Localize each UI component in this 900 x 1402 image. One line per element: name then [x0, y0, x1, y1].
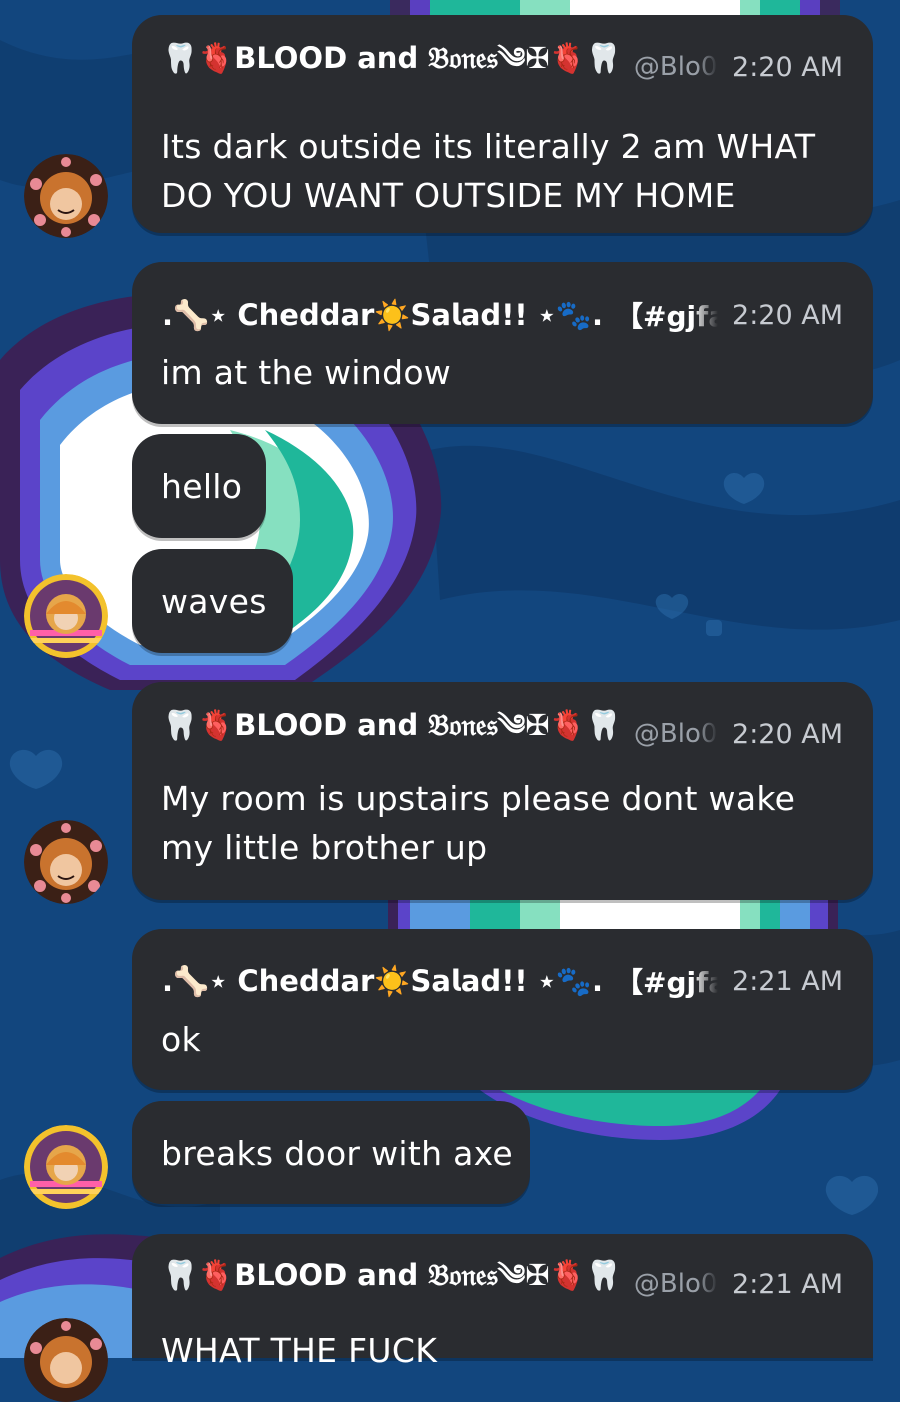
user-handle[interactable]: @Blo0dAndBones	[634, 719, 718, 749]
avatar[interactable]	[24, 154, 108, 238]
user-handle[interactable]: @Blo0dAndBones	[634, 52, 718, 82]
message-header: .🦴⋆ 𝗖𝗵𝗲𝗱𝗱𝗮𝗿☀️𝗦𝗮𝗹𝗮𝗱!! ⋆🐾. 【#gjfamo 2:20 A…	[162, 295, 843, 335]
avatar-blood-and-bones-icon	[24, 820, 108, 904]
message-card[interactable]: 🦷🫀BLOOD and 𝔅𝔬𝔫𝔢𝔰༄✠🫀🦷 @Blo0dAndBones 2:2…	[132, 1234, 873, 1370]
avatar-blood-and-bones-icon	[24, 1318, 108, 1402]
message-text: im at the window	[161, 353, 452, 392]
message-card[interactable]: hello	[132, 434, 266, 538]
message-text: Its dark outside its literally 2 am WHAT…	[161, 127, 816, 215]
message-header: 🦷🫀BLOOD and 𝔅𝔬𝔫𝔢𝔰༄✠🫀🦷 @Blo0dAndBones 2:2…	[162, 1258, 843, 1304]
message-text: My room is upstairs please dont wake my …	[161, 779, 796, 867]
username[interactable]: 🦷🫀BLOOD and 𝔅𝔬𝔫𝔢𝔰༄✠🫀🦷	[162, 1243, 622, 1325]
user-handle[interactable]: @Blo0dAndBones	[634, 1269, 718, 1299]
user-handle[interactable]: 【#gjfamo	[615, 961, 718, 1001]
message-card[interactable]: 🦷🫀BLOOD and 𝔅𝔬𝔫𝔢𝔰༄✠🫀🦷 @Blo0dAndBones 2:2…	[132, 15, 873, 233]
message-header: 🦷🫀BLOOD and 𝔅𝔬𝔫𝔢𝔰༄✠🫀🦷 @Blo0dAndBones 2:2…	[162, 708, 843, 754]
username[interactable]: 🦷🫀BLOOD and 𝔅𝔬𝔫𝔢𝔰༄✠🫀🦷	[162, 26, 622, 108]
avatar[interactable]	[24, 574, 108, 658]
avatar[interactable]	[24, 820, 108, 904]
message-text: waves	[161, 582, 267, 621]
avatar-cheddar-salad-icon	[24, 1125, 108, 1209]
timestamp: 2:21 AM	[732, 1268, 843, 1300]
message-header: .🦴⋆ 𝗖𝗵𝗲𝗱𝗱𝗮𝗿☀️𝗦𝗮𝗹𝗮𝗱!! ⋆🐾. 【#gjfamo 2:21 A…	[162, 961, 843, 1001]
message-card[interactable]: .🦴⋆ 𝗖𝗵𝗲𝗱𝗱𝗮𝗿☀️𝗦𝗮𝗹𝗮𝗱!! ⋆🐾. 【#gjfamo 2:21 A…	[132, 929, 873, 1090]
avatar[interactable]	[24, 1125, 108, 1209]
message-card[interactable]: .🦴⋆ 𝗖𝗵𝗲𝗱𝗱𝗮𝗿☀️𝗦𝗮𝗹𝗮𝗱!! ⋆🐾. 【#gjfamo 2:20 A…	[132, 262, 873, 424]
message-card[interactable]: breaks door with axe	[132, 1101, 530, 1204]
message-text: breaks door with axe	[161, 1134, 514, 1173]
message-text: ok	[161, 1020, 201, 1059]
message-text: hello	[161, 467, 243, 506]
message-text: WHAT THE FUCK	[161, 1331, 438, 1370]
message-header: 🦷🫀BLOOD and 𝔅𝔬𝔫𝔢𝔰༄✠🫀🦷 @Blo0dAndBones 2:2…	[162, 41, 843, 87]
message-card[interactable]: waves	[132, 549, 293, 653]
timestamp: 2:20 AM	[732, 299, 843, 331]
username[interactable]: 🦷🫀BLOOD and 𝔅𝔬𝔫𝔢𝔰༄✠🫀🦷	[162, 693, 622, 775]
avatar-cheddar-salad-icon	[24, 574, 108, 658]
username[interactable]: .🦴⋆ 𝗖𝗵𝗲𝗱𝗱𝗮𝗿☀️𝗦𝗮𝗹𝗮𝗱!! ⋆🐾.	[162, 298, 603, 333]
username[interactable]: .🦴⋆ 𝗖𝗵𝗲𝗱𝗱𝗮𝗿☀️𝗦𝗮𝗹𝗮𝗱!! ⋆🐾.	[162, 964, 603, 999]
avatar-blood-and-bones-icon	[24, 154, 108, 238]
user-handle[interactable]: 【#gjfamo	[615, 295, 718, 335]
timestamp: 2:21 AM	[732, 965, 843, 997]
message-card[interactable]: 🦷🫀BLOOD and 𝔅𝔬𝔫𝔢𝔰༄✠🫀🦷 @Blo0dAndBones 2:2…	[132, 682, 873, 900]
avatar[interactable]	[24, 1318, 108, 1402]
timestamp: 2:20 AM	[732, 51, 843, 83]
timestamp: 2:20 AM	[732, 718, 843, 750]
chat-thread[interactable]: 🦷🫀BLOOD and 𝔅𝔬𝔫𝔢𝔰༄✠🫀🦷 @Blo0dAndBones 2:2…	[0, 0, 900, 1402]
